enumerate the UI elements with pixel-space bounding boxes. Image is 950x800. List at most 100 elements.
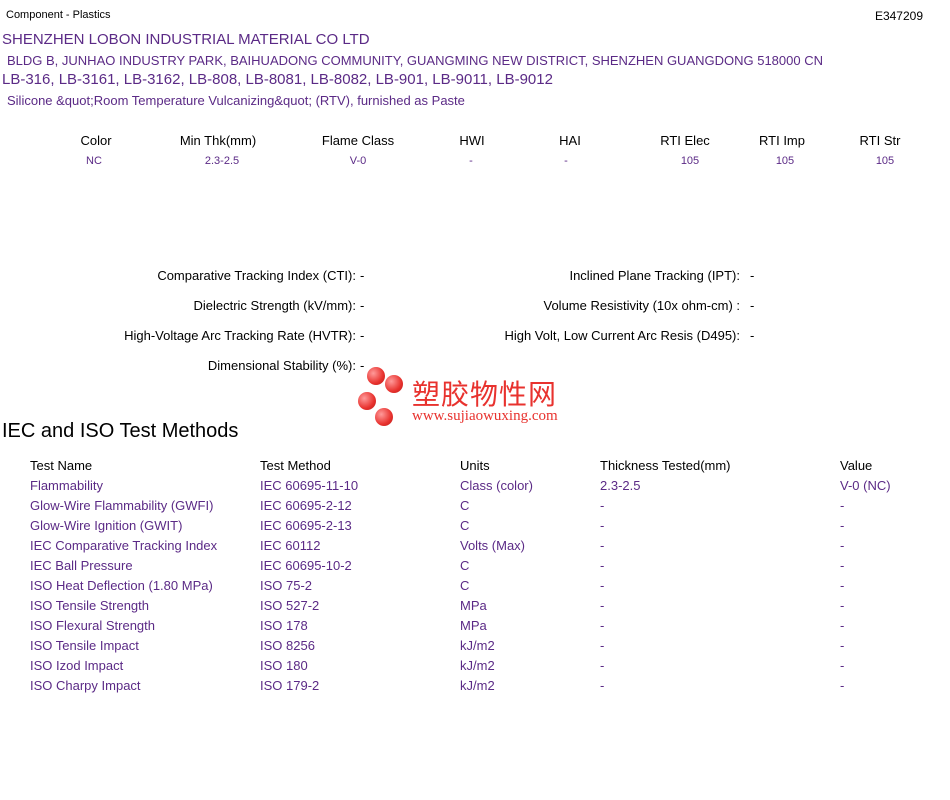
property-value-hvtr: - bbox=[360, 328, 365, 343]
cell-units: kJ/m2 bbox=[460, 658, 495, 673]
cell-units: kJ/m2 bbox=[460, 678, 495, 693]
property-value-dielectric: - bbox=[360, 298, 365, 313]
company-name: SHENZHEN LOBON INDUSTRIAL MATERIAL CO LT… bbox=[2, 31, 370, 48]
rating-header-rti-imp: RTI Imp bbox=[759, 133, 805, 148]
cell-thickness: - bbox=[600, 618, 605, 633]
cell-units: Volts (Max) bbox=[460, 538, 526, 553]
column-header-test-name: Test Name bbox=[30, 458, 93, 473]
cell-units: MPa bbox=[460, 598, 487, 613]
property-value-cti: - bbox=[360, 268, 365, 283]
cell-units: C bbox=[460, 498, 470, 513]
cell-thickness: - bbox=[600, 678, 605, 693]
rating-header-rti-str: RTI Str bbox=[859, 133, 901, 148]
material-description: Silicone &quot;Room Temperature Vulcaniz… bbox=[7, 93, 465, 108]
rating-header-min-thk: Min Thk(mm) bbox=[179, 133, 257, 148]
cell-units: kJ/m2 bbox=[460, 638, 495, 653]
cell-thickness: - bbox=[600, 598, 605, 613]
cell-test-name: IEC Comparative Tracking Index bbox=[30, 538, 218, 553]
rating-value-rti-str: 105 bbox=[875, 155, 895, 167]
component-type-label: Component - Plastics bbox=[6, 9, 111, 21]
cell-value: - bbox=[840, 638, 845, 653]
property-label-hvtr: High-Voltage Arc Tracking Rate (HVTR): bbox=[124, 328, 356, 343]
cell-thickness: - bbox=[600, 518, 605, 533]
watermark-chinese-text: 塑胶物性网 bbox=[412, 378, 558, 411]
property-label-dielectric: Dielectric Strength (kV/mm): bbox=[193, 298, 356, 313]
cell-test-method: IEC 60112 bbox=[260, 538, 321, 553]
cell-value: - bbox=[840, 678, 845, 693]
cell-value: - bbox=[840, 518, 845, 533]
property-value-ipt: - bbox=[750, 268, 755, 283]
watermark-url: www.sujiaowuxing.com bbox=[412, 408, 558, 424]
cell-thickness: - bbox=[600, 638, 605, 653]
cell-test-name: ISO Flexural Strength bbox=[30, 618, 155, 633]
file-number: E347209 bbox=[874, 9, 923, 23]
cell-test-name: ISO Tensile Impact bbox=[30, 638, 139, 653]
property-value-volume-resistivity: - bbox=[750, 298, 755, 313]
rating-value-flame-class: V-0 bbox=[349, 155, 367, 167]
cell-units: C bbox=[460, 578, 470, 593]
rating-header-flame-class: Flame Class bbox=[321, 133, 395, 148]
model-list: LB-316, LB-3161, LB-3162, LB-808, LB-808… bbox=[2, 71, 553, 88]
watermark-dot-icon bbox=[367, 367, 385, 385]
cell-units: C bbox=[460, 518, 470, 533]
cell-test-method: ISO 179-2 bbox=[260, 678, 320, 693]
property-label-volume-resistivity: Volume Resistivity (10x ohm-cm) : bbox=[543, 298, 741, 313]
cell-value: - bbox=[840, 578, 845, 593]
cell-test-name: ISO Tensile Strength bbox=[30, 598, 149, 613]
section-title: IEC and ISO Test Methods bbox=[2, 420, 239, 442]
cell-thickness: 2.3-2.5 bbox=[600, 478, 641, 493]
column-header-units: Units bbox=[460, 458, 490, 473]
rating-value-rti-elec: 105 bbox=[680, 155, 700, 167]
cell-thickness: - bbox=[600, 658, 605, 673]
rating-header-color: Color bbox=[80, 133, 112, 148]
rating-header-hwi: HWI bbox=[459, 133, 485, 148]
cell-test-name: Flammability bbox=[30, 478, 103, 493]
watermark-dot-icon bbox=[358, 392, 376, 410]
cell-units: MPa bbox=[460, 618, 487, 633]
cell-test-method: ISO 527-2 bbox=[260, 598, 320, 613]
rating-header-rti-elec: RTI Elec bbox=[660, 133, 710, 148]
column-header-thickness: Thickness Tested(mm) bbox=[600, 458, 731, 473]
property-value-d495: - bbox=[750, 328, 755, 343]
cell-units: Class (color) bbox=[460, 478, 533, 493]
column-header-value: Value bbox=[840, 458, 873, 473]
cell-value: - bbox=[840, 658, 845, 673]
rating-value-hwi: - bbox=[469, 155, 473, 167]
cell-test-method: IEC 60695-2-12 bbox=[260, 498, 352, 513]
rating-value-rti-imp: 105 bbox=[775, 155, 795, 167]
cell-test-name: Glow-Wire Flammability (GWFI) bbox=[30, 498, 214, 513]
cell-test-method: ISO 178 bbox=[260, 618, 308, 633]
cell-test-name: ISO Heat Deflection (1.80 MPa) bbox=[30, 578, 213, 593]
company-address: BLDG B, JUNHAO INDUSTRY PARK, BAIHUADONG… bbox=[7, 53, 823, 68]
cell-value: - bbox=[840, 498, 845, 513]
property-label-ipt: Inclined Plane Tracking (IPT): bbox=[569, 268, 740, 283]
cell-thickness: - bbox=[600, 558, 605, 573]
property-label-dimensional-stability: Dimensional Stability (%): bbox=[207, 358, 356, 373]
cell-test-method: IEC 60695-11-10 bbox=[260, 478, 359, 493]
cell-test-name: IEC Ball Pressure bbox=[30, 558, 133, 573]
cell-thickness: - bbox=[600, 538, 605, 553]
cell-value: - bbox=[840, 618, 845, 633]
watermark-dot-icon bbox=[385, 375, 403, 393]
rating-value-color: NC bbox=[86, 155, 102, 167]
rating-value-min-thk: 2.3-2.5 bbox=[204, 155, 240, 167]
watermark-dot-icon bbox=[375, 408, 393, 426]
rating-header-hai: HAI bbox=[559, 133, 581, 148]
cell-test-name: ISO Charpy Impact bbox=[30, 678, 141, 693]
cell-thickness: - bbox=[600, 498, 605, 513]
cell-units: C bbox=[460, 558, 470, 573]
cell-value: - bbox=[840, 538, 845, 553]
property-label-d495: High Volt, Low Current Arc Resis (D495): bbox=[504, 328, 740, 343]
cell-value: V-0 (NC) bbox=[840, 478, 891, 493]
cell-test-method: IEC 60695-10-2 bbox=[260, 558, 352, 573]
cell-test-name: ISO Izod Impact bbox=[30, 658, 124, 673]
cell-test-method: ISO 180 bbox=[260, 658, 308, 673]
column-header-test-method: Test Method bbox=[260, 458, 331, 473]
watermark-logo: 塑胶物性网 www.sujiaowuxing.com bbox=[355, 365, 595, 430]
cell-thickness: - bbox=[600, 578, 605, 593]
cell-test-name: Glow-Wire Ignition (GWIT) bbox=[30, 518, 183, 533]
cell-test-method: ISO 8256 bbox=[260, 638, 315, 653]
cell-test-method: ISO 75-2 bbox=[260, 578, 313, 593]
cell-value: - bbox=[840, 558, 845, 573]
cell-value: - bbox=[840, 598, 845, 613]
